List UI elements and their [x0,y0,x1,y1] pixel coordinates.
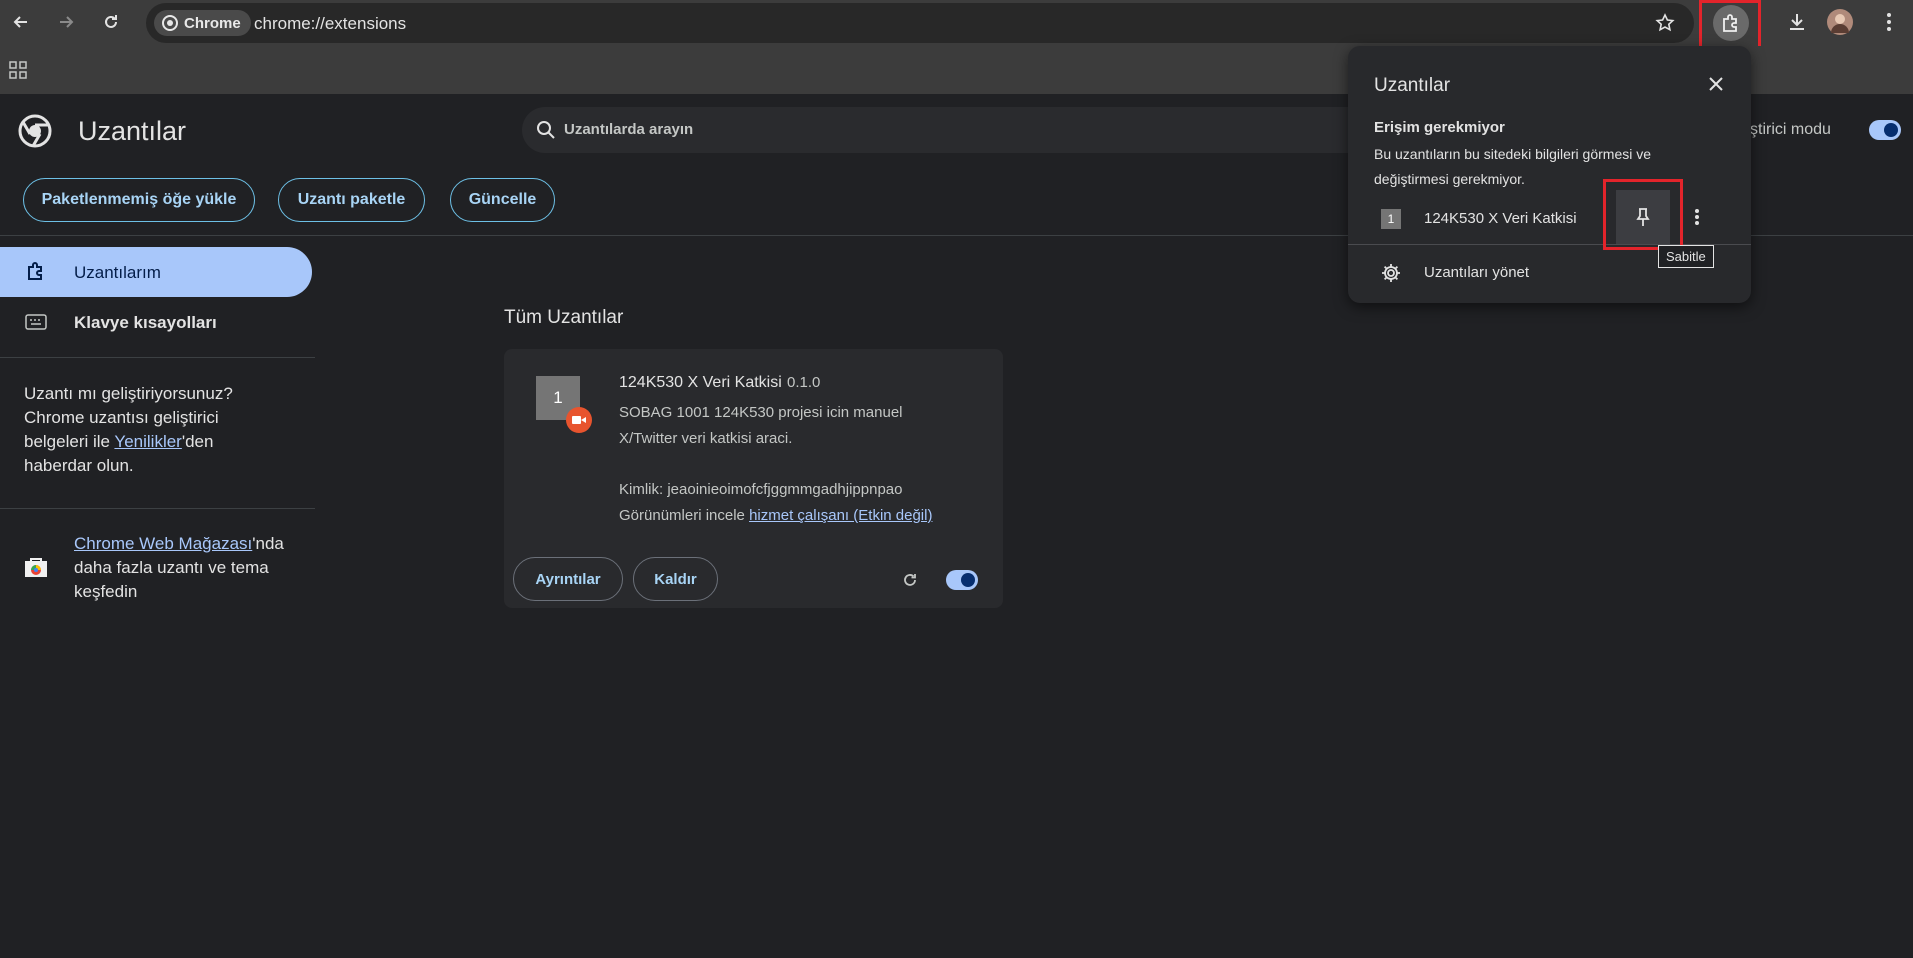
search-placeholder: Uzantılarda arayın [564,121,694,138]
popup-extension-icon: 1 [1381,209,1401,229]
web-store-text: Chrome Web Mağazası'nda daha fazla uzant… [74,532,294,604]
inspect-views: Görünümleri incele hizmet çalışanı (Etki… [619,507,932,524]
sidebar-item-label[interactable]: Klavye kısayolları [74,313,217,333]
sidebar-divider [0,357,315,358]
update-button[interactable]: Güncelle [450,178,555,222]
pack-extension-button[interactable]: Uzantı paketle [278,178,425,222]
chrome-icon [162,15,178,31]
web-store-icon [24,556,48,578]
manage-extensions-link[interactable]: Uzantıları yönet [1424,264,1529,281]
extension-more-icon[interactable] [1685,205,1709,229]
sidebar-divider [0,508,315,509]
whats-new-link[interactable]: Yenilikler [114,432,181,451]
popup-subtitle: Erişim gerekmiyor [1374,119,1505,136]
site-chip[interactable]: Chrome [154,10,251,36]
apps-grid-icon[interactable] [9,61,27,79]
bookmark-star-icon[interactable] [1655,13,1675,33]
service-worker-link[interactable]: hizmet çalışanı (Etkin değil) [749,507,932,524]
extension-card: 1 124K530 X Veri Katkisi 0.1.0 SOBAG 100… [504,349,1003,608]
menu-more-icon[interactable] [1874,7,1904,37]
keyboard-icon [25,314,47,330]
extension-version: 0.1.0 [787,374,821,391]
popup-title: Uzantılar [1374,75,1451,96]
extension-id: Kimlik: jeaoinieoimofcfjggmmgadhjippnpao [619,481,903,498]
back-button[interactable] [6,7,36,37]
search-icon [536,120,556,140]
reload-extension-icon[interactable] [900,570,920,590]
extension-description: SOBAG 1001 124K530 projesi icin manuel X… [619,404,903,447]
details-button[interactable]: Ayrıntılar [513,557,623,601]
load-unpacked-button[interactable]: Paketlenmemiş öğe yükle [23,178,255,222]
chrome-logo-icon [18,114,52,148]
dev-docs-text: Uzantı mı geliştiriyorsunuz? Chrome uzan… [24,382,274,478]
search-input[interactable]: Uzantılarda arayın [522,107,1382,153]
extension-name: 124K530 X Veri Katkisi [619,374,782,391]
download-button[interactable] [1782,7,1812,37]
inspect-views-label: Görünümleri incele [619,507,750,524]
address-bar[interactable]: Chrome chrome://extensions [146,3,1694,43]
url-text[interactable]: chrome://extensions [254,14,406,34]
reload-button[interactable] [96,7,126,37]
browser-toolbar: Chrome chrome://extensions [0,0,1913,46]
popup-extension-name[interactable]: 124K530 X Veri Katkisi [1424,210,1577,227]
sidebar-item-label: Uzantılarım [74,263,161,282]
remove-button[interactable]: Kaldır [633,557,718,601]
site-chip-label: Chrome [184,14,241,32]
puzzle-icon [25,260,47,282]
pin-tooltip: Sabitle [1658,245,1714,268]
close-icon[interactable] [1704,72,1728,96]
page-title: Uzantılar [78,116,187,146]
forward-button[interactable] [51,7,81,37]
extension-enable-toggle[interactable] [946,570,978,590]
dev-mode-toggle[interactable] [1869,120,1901,140]
avatar[interactable] [1827,9,1853,35]
gear-icon [1380,262,1402,284]
pin-button-highlight [1603,179,1683,250]
sidebar-item-shortcuts[interactable] [25,314,47,330]
web-store-link[interactable]: Chrome Web Mağazası [74,534,252,553]
section-title: Tüm Uzantılar [504,307,624,328]
extension-record-badge-icon [566,407,592,433]
